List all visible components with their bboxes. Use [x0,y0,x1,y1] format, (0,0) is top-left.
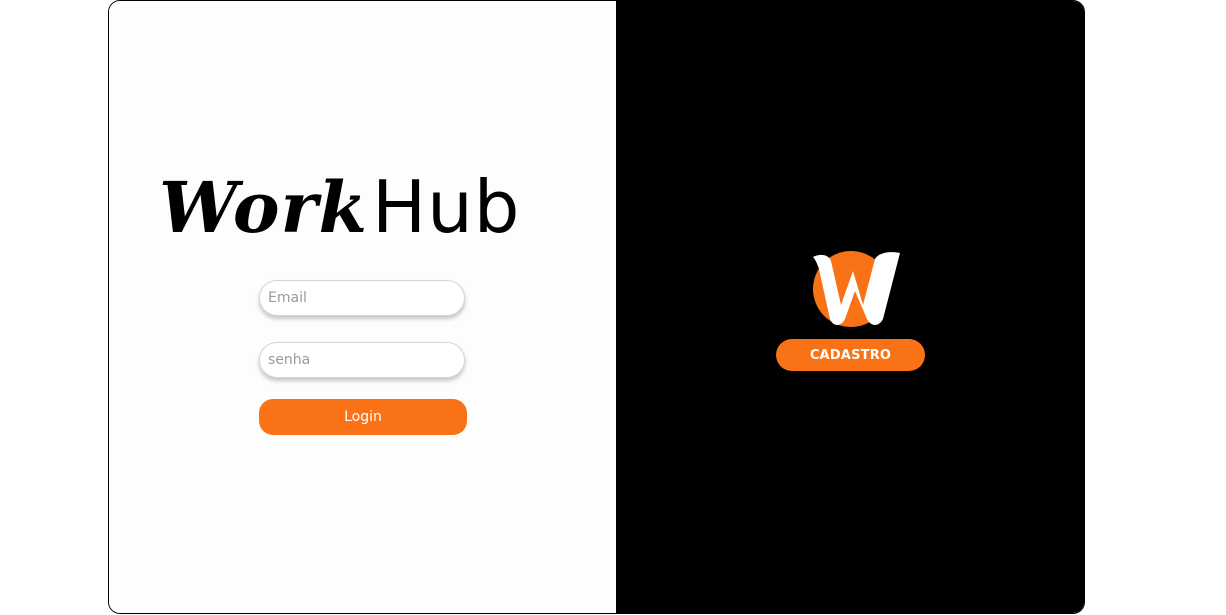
workhub-wordmark: WorkHub [159,171,520,243]
workhub-w-logo-icon [813,251,900,327]
wordmark-work: Work [159,166,368,249]
login-button[interactable]: Login [259,399,467,435]
login-panel: WorkHub Login [109,1,616,613]
password-input[interactable] [259,342,465,378]
email-input[interactable] [259,280,465,316]
wordmark-hub: Hub [371,165,521,249]
cadastro-button[interactable]: CADASTRO [776,339,925,371]
register-panel: CADASTRO [616,1,1084,613]
auth-card: WorkHub Login CADASTRO [108,0,1085,614]
